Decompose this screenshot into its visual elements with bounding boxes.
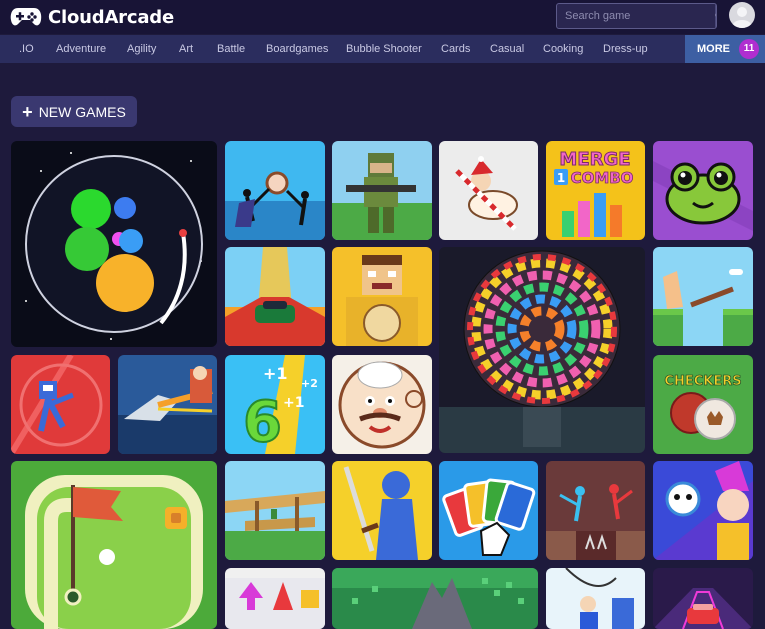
plus-one-text: +1 <box>263 364 288 383</box>
category-art[interactable]: Art <box>179 35 193 63</box>
merge-title-text: MERGE <box>559 149 630 170</box>
category-io[interactable]: .IO <box>19 35 34 63</box>
game-thumbnail <box>225 568 325 629</box>
game-tile-neon-car[interactable] <box>653 568 753 629</box>
game-thumbnail <box>653 461 753 560</box>
more-label: MORE <box>697 43 730 55</box>
search-input[interactable] <box>557 4 715 28</box>
game-thumbnail <box>332 141 432 240</box>
game-tile-uno-cards[interactable] <box>439 461 538 560</box>
game-tile-wolf-pixel[interactable] <box>332 568 538 629</box>
search-button[interactable] <box>715 4 716 28</box>
logo-text: CloudArcade <box>48 6 174 28</box>
category-bubble-shooter[interactable]: Bubble Shooter <box>346 35 422 63</box>
game-thumbnail <box>11 141 217 347</box>
game-thumbnail <box>546 461 645 560</box>
game-tile-hook-swing[interactable] <box>546 568 645 629</box>
category-casual[interactable]: Casual <box>490 35 524 63</box>
game-tile-dog-bridge[interactable] <box>653 247 753 346</box>
category-boardgames[interactable]: Boardgames <box>266 35 328 63</box>
category-adventure[interactable]: Adventure <box>56 35 106 63</box>
category-battle[interactable]: Battle <box>217 35 245 63</box>
category-cooking[interactable]: Cooking <box>543 35 583 63</box>
category-agility[interactable]: Agility <box>127 35 156 63</box>
category-dress-up[interactable]: Dress-up <box>603 35 648 63</box>
game-thumbnail <box>653 568 753 629</box>
game-thumbnail <box>118 355 217 454</box>
game-tile-merge-combo[interactable]: MERGE 1 COMBO <box>546 141 645 240</box>
game-tile-stickman-duel[interactable] <box>546 461 645 560</box>
game-thumbnail <box>439 461 538 560</box>
game-tile-shark-battle[interactable] <box>118 355 217 454</box>
search-box <box>556 3 717 29</box>
game-tile-parkour-bridge[interactable] <box>225 461 325 560</box>
game-thumbnail <box>653 141 753 240</box>
game-tile-wizard-girl[interactable] <box>653 461 753 560</box>
game-tile-circles[interactable] <box>11 141 217 347</box>
merge-subtitle-text: COMBO <box>571 169 634 187</box>
more-categories-button[interactable]: MORE 11 <box>685 35 765 63</box>
plus-icon: + <box>22 101 33 122</box>
merge-number-text: 1 <box>557 171 565 185</box>
game-tile-chef[interactable] <box>332 355 432 454</box>
category-nav: .IO Adventure Agility Art Battle Boardga… <box>0 35 765 63</box>
gamepad-icon <box>10 8 42 26</box>
game-thumbnail <box>332 355 432 454</box>
checkers-title-text: CHECKERS <box>664 374 741 389</box>
game-thumbnail: CHECKERS <box>653 355 753 454</box>
new-games-label: NEW GAMES <box>38 103 126 120</box>
logo[interactable]: CloudArcade <box>10 4 174 30</box>
game-thumbnail <box>225 141 325 240</box>
game-tile-block-soldier[interactable] <box>332 141 432 240</box>
more-count-badge: 11 <box>739 39 759 59</box>
game-tile-ramp-car[interactable] <box>225 247 325 346</box>
game-thumbnail: 6 +1 +1 +2 <box>225 355 325 454</box>
game-tile-candy-horse[interactable] <box>439 141 538 240</box>
game-thumbnail <box>439 247 645 453</box>
plus-two-text: +2 <box>301 377 318 390</box>
search-icon <box>715 13 716 17</box>
avatar[interactable] <box>729 2 755 28</box>
top-bar: CloudArcade <box>0 0 765 34</box>
game-tile-red-runner[interactable] <box>11 355 110 454</box>
game-thumbnail <box>11 461 217 629</box>
plus-one-text: +1 <box>283 395 304 411</box>
game-thumbnail <box>546 568 645 629</box>
game-tile-golf[interactable] <box>11 461 217 629</box>
game-thumbnail <box>332 568 538 629</box>
game-thumbnail: MERGE 1 COMBO <box>546 141 645 240</box>
game-thumbnail <box>225 461 325 560</box>
game-tile-cube-tower[interactable] <box>439 247 645 453</box>
game-thumbnail <box>332 247 432 346</box>
game-tile-stickman-fight[interactable] <box>225 141 325 240</box>
game-thumbnail <box>225 247 325 346</box>
game-tile-shapes[interactable] <box>225 568 325 629</box>
new-games-button[interactable]: + NEW GAMES <box>11 96 137 127</box>
game-tile-checkers[interactable]: CHECKERS <box>653 355 753 454</box>
game-thumbnail <box>439 141 538 240</box>
game-thumbnail <box>653 247 753 346</box>
game-tile-pizza-block[interactable] <box>332 247 432 346</box>
category-cards[interactable]: Cards <box>441 35 470 63</box>
game-thumbnail <box>332 461 432 560</box>
game-tile-sword-stickman[interactable] <box>332 461 432 560</box>
game-tile-number-run[interactable]: 6 +1 +1 +2 <box>225 355 325 454</box>
game-thumbnail <box>11 355 110 454</box>
user-icon <box>732 7 752 28</box>
game-tile-frog[interactable] <box>653 141 753 240</box>
number-six-text: 6 <box>243 390 282 454</box>
